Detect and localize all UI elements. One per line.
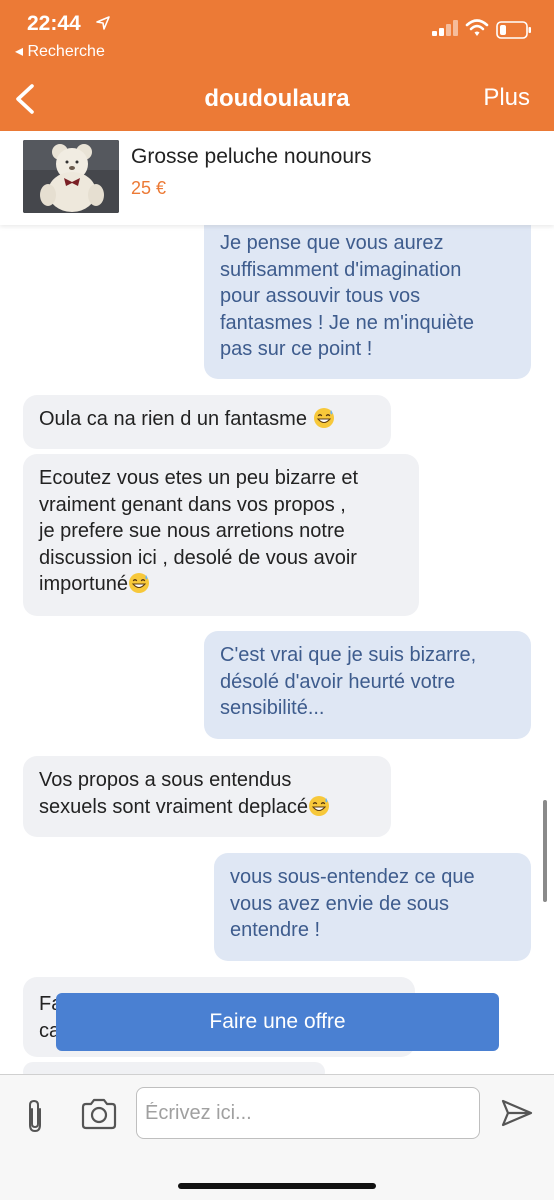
scroll-indicator[interactable] [543,800,547,902]
message-line: discussion ici , desolé de vous avoir [39,546,357,569]
cellular-signal-icon [432,20,458,36]
paperclip-icon[interactable] [23,1097,47,1135]
message-outgoing: Je pense que vous aurez suffisamment d'i… [204,222,531,379]
message-line: entendre ! [230,919,321,941]
message-outgoing: C'est vrai que je suis bizarre, désolé d… [204,631,531,739]
product-summary[interactable]: Grosse peluche nounours 25 € [0,131,554,225]
message-line: suffisamment d'imagination [220,258,462,281]
message-line: Ecoutez vous etes un peu bizarre et [39,467,359,489]
message-line: vous avez envie de sous [230,892,450,915]
location-arrow-icon [96,16,110,30]
battery-icon [496,21,531,39]
camera-icon[interactable] [80,1097,118,1131]
message-line: importuné [39,573,128,595]
more-button[interactable]: Plus [483,84,530,112]
product-title: Grosse peluche nounours [131,145,372,168]
conversation-title: doudoulaura [204,85,350,112]
app-header: 22:44 ◂ Recherche doudoulaura Plus [0,0,554,131]
back-to-app-link[interactable]: ◂ Recherche [15,41,105,61]
message-incoming: Oula ca na rien d un fantasme [23,395,391,449]
message-line: pas sur ce point ! [220,338,373,360]
message-line: vraiment genant dans vos propos , [39,493,346,516]
grinning-sweat-emoji [128,573,149,593]
home-indicator [178,1183,376,1189]
message-line: sensibilité... [220,697,325,719]
message-line: désolé d'avoir heurté votre [220,670,456,693]
send-icon[interactable] [500,1098,534,1128]
message-line: Vos propos a sous entendus [39,769,292,791]
message-outgoing: vous sous-entendez ce que vous avez envi… [214,853,531,961]
message-line: C'est vrai que je suis bizarre, [220,644,477,666]
wifi-icon [465,19,489,36]
make-offer-button[interactable]: Faire une offre [56,993,499,1051]
message-composer [0,1074,554,1200]
product-price: 25 € [131,178,167,198]
back-chevron-icon[interactable] [10,80,44,118]
message-line: Oula ca na rien d un fantasme [39,408,307,430]
grinning-sweat-emoji [313,408,334,428]
status-time: 22:44 [27,12,81,35]
message-incoming: Ecoutez vous etes un peu bizarre et vrai… [23,454,419,616]
message-line: sexuels sont vraiment deplacé [39,795,309,818]
message-line: pour assouvir tous vos [220,285,421,307]
message-incoming: Vos propos a sous entendus sexuels sont … [23,756,391,837]
message-input[interactable] [136,1087,480,1139]
teddy-bear-image [23,140,119,213]
message-line: je prefere sue nous arretions notre [39,520,345,542]
grinning-sweat-emoji [309,795,330,816]
product-thumbnail[interactable] [23,140,119,213]
message-line: vous sous-entendez ce que [230,866,475,888]
message-line: Je pense que vous aurez [220,232,444,254]
message-line: fantasmes ! Je ne m'inquiète [220,311,474,334]
